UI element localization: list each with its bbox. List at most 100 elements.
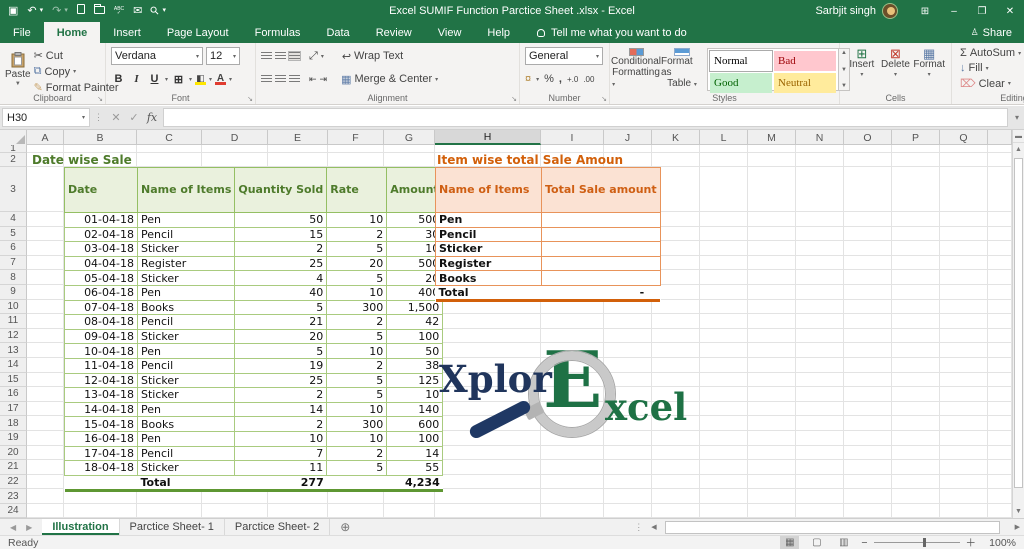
increase-indent-icon[interactable]: ⇥ bbox=[320, 74, 328, 85]
zoom-thumb[interactable] bbox=[923, 538, 926, 547]
row-header-15[interactable]: 15 bbox=[0, 373, 27, 388]
zoom-track[interactable] bbox=[874, 542, 960, 543]
summary-amount-cell[interactable] bbox=[542, 213, 661, 228]
sale-cell[interactable]: 42 bbox=[387, 315, 443, 330]
row-header-10[interactable]: 10 bbox=[0, 300, 27, 315]
column-header-B[interactable]: B bbox=[64, 130, 137, 145]
save-icon[interactable]: ▣ bbox=[8, 0, 18, 22]
sale-cell[interactable]: 50 bbox=[387, 344, 443, 359]
sale-header-cell[interactable]: Date bbox=[65, 168, 138, 213]
row-header-23[interactable]: 23 bbox=[0, 489, 27, 504]
page-layout-view-icon[interactable]: ▢ bbox=[807, 536, 826, 549]
sale-cell[interactable]: 2 bbox=[327, 227, 387, 242]
tab-page-layout[interactable]: Page Layout bbox=[154, 22, 242, 43]
borders-icon[interactable]: ⊞ bbox=[171, 73, 186, 86]
zoom-out-icon[interactable]: − bbox=[861, 537, 867, 549]
align-top-icon[interactable] bbox=[261, 52, 272, 60]
sale-cell[interactable]: Sticker bbox=[138, 461, 235, 476]
sale-cell[interactable]: 15 bbox=[235, 227, 327, 242]
sale-cell[interactable]: 04-04-18 bbox=[65, 256, 138, 271]
sale-cell[interactable]: 19 bbox=[235, 358, 327, 373]
paste-dropdown-icon[interactable]: ▼ bbox=[15, 81, 21, 87]
sheet-nav-right-icon[interactable]: ▶ bbox=[26, 523, 32, 532]
sale-cell[interactable]: 5 bbox=[327, 373, 387, 388]
minimize-button[interactable]: – bbox=[940, 0, 968, 22]
zoom-in-icon[interactable]: ＋ bbox=[966, 535, 977, 549]
sale-cell[interactable]: 14 bbox=[235, 402, 327, 417]
summary-total-label[interactable]: Total bbox=[436, 285, 542, 300]
sale-cell[interactable]: Pencil bbox=[138, 227, 235, 242]
underline-button[interactable]: U bbox=[147, 73, 162, 85]
tab-formulas[interactable]: Formulas bbox=[242, 22, 314, 43]
redo-icon[interactable]: ↷ bbox=[52, 0, 61, 22]
italic-button[interactable]: I bbox=[129, 73, 144, 85]
column-header-J[interactable]: J bbox=[604, 130, 652, 145]
summary-amount-cell[interactable] bbox=[542, 256, 661, 271]
sale-total-cell[interactable] bbox=[327, 475, 387, 490]
column-header-O[interactable]: O bbox=[844, 130, 892, 145]
tell-me-box[interactable]: Tell me what you want to do bbox=[537, 22, 687, 43]
zoom-slider[interactable]: − ＋ bbox=[861, 535, 976, 549]
row-header-4[interactable]: 4 bbox=[0, 212, 27, 227]
hscroll-split-handle[interactable]: ⋮ bbox=[630, 522, 647, 533]
sale-cell[interactable]: 2 bbox=[327, 358, 387, 373]
sale-cell[interactable]: 12-04-18 bbox=[65, 373, 138, 388]
sale-cell[interactable]: 2 bbox=[327, 315, 387, 330]
conditional-formatting-button[interactable]: Conditional Formatting ▾ bbox=[615, 46, 657, 91]
summary-amount-cell[interactable] bbox=[542, 271, 661, 286]
sale-cell[interactable]: 55 bbox=[387, 461, 443, 476]
tab-file[interactable]: File bbox=[0, 22, 44, 43]
scroll-left-icon[interactable]: ◀ bbox=[647, 523, 660, 531]
summary-amount-cell[interactable] bbox=[542, 242, 661, 257]
sale-header-cell[interactable]: Name of Items bbox=[138, 168, 235, 213]
page-break-view-icon[interactable]: ▥ bbox=[834, 536, 853, 549]
insert-function-icon[interactable]: fx bbox=[143, 111, 161, 124]
sale-cell[interactable]: 5 bbox=[327, 461, 387, 476]
sale-cell[interactable]: Books bbox=[138, 300, 235, 315]
row-header-5[interactable]: 5 bbox=[0, 227, 27, 242]
sale-cell[interactable]: 03-04-18 bbox=[65, 242, 138, 257]
style-good[interactable]: Good bbox=[710, 73, 772, 93]
row-header-9[interactable]: 9 bbox=[0, 285, 27, 300]
new-sheet-icon[interactable]: ⊕ bbox=[330, 519, 360, 535]
sale-cell[interactable]: 2 bbox=[235, 242, 327, 257]
sale-cell[interactable]: Sticker bbox=[138, 373, 235, 388]
horizontal-scrollbar[interactable]: ⋮ ◀ ▶ bbox=[630, 519, 1024, 535]
vertical-scrollbar[interactable]: ▬ ▲ ▼ bbox=[1012, 130, 1024, 518]
sale-cell[interactable]: 14 bbox=[387, 446, 443, 461]
comma-style-icon[interactable]: , bbox=[559, 73, 562, 85]
sale-cell[interactable]: 5 bbox=[235, 344, 327, 359]
percent-style-icon[interactable]: % bbox=[544, 73, 554, 85]
sale-cell[interactable]: Pencil bbox=[138, 446, 235, 461]
bold-button[interactable]: B bbox=[111, 73, 126, 85]
increase-decimal-icon[interactable]: +.0 bbox=[567, 75, 578, 84]
scroll-right-icon[interactable]: ▶ bbox=[1011, 523, 1024, 531]
sale-cell[interactable]: 38 bbox=[387, 358, 443, 373]
sale-cell[interactable]: 11 bbox=[235, 461, 327, 476]
column-header-K[interactable]: K bbox=[652, 130, 700, 145]
sale-cell[interactable]: 2 bbox=[235, 417, 327, 432]
alignment-dialog-launcher-icon[interactable]: ↘ bbox=[511, 95, 517, 103]
sale-cell[interactable]: 15-04-18 bbox=[65, 417, 138, 432]
sale-cell[interactable]: Sticker bbox=[138, 329, 235, 344]
scroll-up-icon[interactable]: ▲ bbox=[1013, 143, 1024, 156]
row-header-13[interactable]: 13 bbox=[0, 343, 27, 358]
summary-item-cell[interactable]: Books bbox=[436, 271, 542, 286]
sale-cell[interactable]: Sticker bbox=[138, 242, 235, 257]
sale-cell[interactable]: Pen bbox=[138, 402, 235, 417]
fill-color-dropdown-icon[interactable]: ▾ bbox=[209, 76, 212, 83]
formula-bar-splitter[interactable]: ⋮ bbox=[90, 112, 107, 123]
sale-cell[interactable]: 08-04-18 bbox=[65, 315, 138, 330]
font-color-dropdown-icon[interactable]: ▾ bbox=[229, 76, 232, 83]
delete-cells-button[interactable]: ⊠Delete▾ bbox=[879, 46, 913, 81]
sale-cell[interactable]: 2 bbox=[327, 446, 387, 461]
sale-cell[interactable]: 5 bbox=[327, 388, 387, 403]
user-avatar[interactable] bbox=[882, 3, 898, 19]
sale-cell[interactable]: Pen bbox=[138, 431, 235, 446]
column-header-D[interactable]: D bbox=[202, 130, 268, 145]
orientation-icon[interactable]: ⤢ bbox=[309, 50, 318, 63]
sale-cell[interactable]: Pencil bbox=[138, 315, 235, 330]
sale-cell[interactable]: 14-04-18 bbox=[65, 402, 138, 417]
sheet-tab-parctice-sheet-1[interactable]: Parctice Sheet- 1 bbox=[120, 519, 225, 535]
summary-item-cell[interactable]: Pencil bbox=[436, 227, 542, 242]
